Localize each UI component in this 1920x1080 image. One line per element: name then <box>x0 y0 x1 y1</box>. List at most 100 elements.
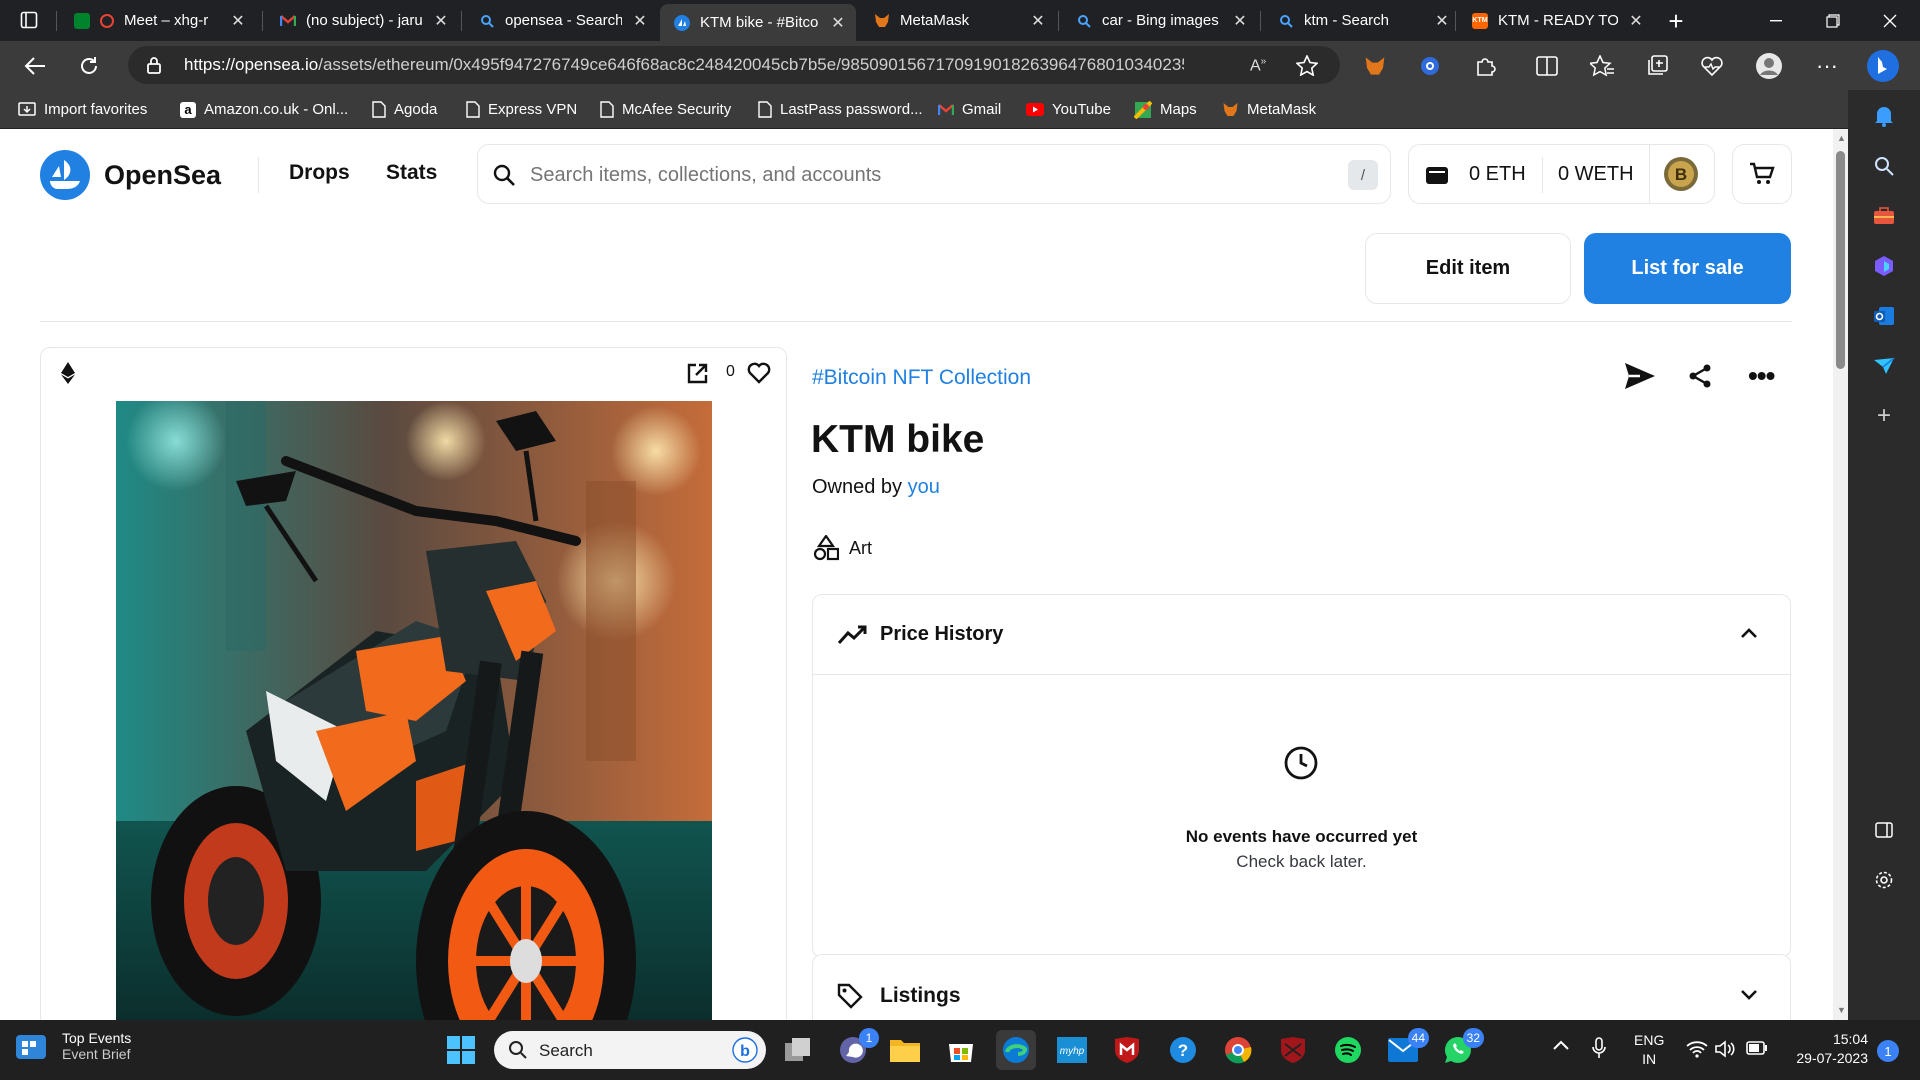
collection-link[interactable]: #Bitcoin NFT Collection <box>812 366 1031 390</box>
copilot-shapes-icon[interactable] <box>1872 254 1896 278</box>
scroll-down-arrow-icon[interactable]: ▼ <box>1837 1005 1846 1015</box>
list-for-sale-button[interactable]: List for sale <box>1584 233 1791 304</box>
mail-app-icon[interactable]: 44 <box>1383 1028 1429 1070</box>
battery-icon[interactable] <box>1746 1041 1768 1055</box>
category-tag[interactable]: Art <box>813 535 872 561</box>
notification-center-badge[interactable]: 1 <box>1877 1040 1899 1062</box>
bookmark-agoda[interactable]: Agoda <box>372 90 437 129</box>
asset-image-ktm-bike[interactable] <box>116 401 712 1020</box>
search-bar[interactable]: / <box>477 144 1391 204</box>
tab-gmail[interactable]: (no subject) - jaru ✕ <box>266 0 459 41</box>
show-hidden-icons-chevron-icon[interactable] <box>1553 1040 1569 1050</box>
chevron-up-icon[interactable] <box>1741 628 1757 638</box>
taskbar-search-box[interactable]: Search b <box>494 1031 766 1069</box>
cart-button[interactable] <box>1732 144 1792 204</box>
extension-blue-icon[interactable] <box>1413 49 1447 83</box>
language-indicator[interactable]: ENG IN <box>1634 1031 1664 1069</box>
tab-ktm-search[interactable]: ktm - Search ✕ <box>1264 0 1460 41</box>
profile-avatar[interactable] <box>1752 49 1786 83</box>
settings-more-icon[interactable]: ··· <box>1810 49 1844 83</box>
volume-icon[interactable] <box>1715 1040 1737 1058</box>
read-aloud-icon[interactable]: A» <box>1250 56 1266 75</box>
tools-briefcase-icon[interactable] <box>1872 204 1896 228</box>
scrollbar-thumb[interactable] <box>1836 151 1845 369</box>
tab-opensea-search[interactable]: opensea - Search ✕ <box>465 0 658 41</box>
wallet-balance[interactable]: 0 ETH 0 WETH B <box>1408 144 1715 204</box>
url-text[interactable]: https://opensea.io/assets/ethereum/0x495… <box>184 46 1184 84</box>
add-sidebar-app-icon[interactable]: + <box>1872 402 1896 429</box>
myhp-icon[interactable]: myhp <box>1052 1030 1092 1070</box>
search-input[interactable] <box>530 155 1310 195</box>
favorite-heart-icon[interactable] <box>747 362 771 384</box>
more-options-icon[interactable]: ••• <box>1748 360 1775 392</box>
edge-browser-icon[interactable] <box>996 1030 1036 1070</box>
sidebar-settings-gear-icon[interactable] <box>1872 868 1896 892</box>
back-icon[interactable] <box>18 49 52 83</box>
extensions-puzzle-icon[interactable] <box>1468 49 1502 83</box>
microphone-icon[interactable] <box>1592 1037 1606 1059</box>
address-bar[interactable]: https://opensea.io/assets/ethereum/0x495… <box>128 46 1340 84</box>
teams-chat-icon[interactable]: 1 <box>833 1028 879 1070</box>
clock-area[interactable]: 15:04 29-07-2023 <box>1778 1030 1868 1068</box>
close-tab-icon[interactable]: ✕ <box>830 13 846 33</box>
nav-stats-link[interactable]: Stats <box>386 161 437 185</box>
spotify-icon[interactable] <box>1328 1030 1368 1070</box>
favorites-icon[interactable] <box>1585 49 1619 83</box>
new-tab-button[interactable]: + <box>1662 6 1690 36</box>
share-icon[interactable] <box>1688 364 1712 388</box>
notifications-bell-icon[interactable] <box>1872 104 1896 128</box>
minimize-window-icon[interactable] <box>1748 0 1804 41</box>
bing-copilot-icon[interactable] <box>1866 49 1900 83</box>
whatsapp-icon[interactable]: 32 <box>1438 1028 1484 1070</box>
bookmark-expressvpn[interactable]: Express VPN <box>466 90 577 129</box>
favorite-star-icon[interactable] <box>1296 55 1318 76</box>
close-tab-icon[interactable]: ✕ <box>1030 11 1046 31</box>
task-view-icon[interactable] <box>778 1030 818 1070</box>
opensea-logo[interactable]: OpenSea <box>40 150 221 200</box>
start-windows-icon[interactable] <box>441 1030 481 1070</box>
bitcoin-avatar-icon[interactable]: B <box>1663 156 1699 192</box>
tab-ktm-bike-active[interactable]: KTM bike - #Bitco ✕ <box>660 4 856 41</box>
get-help-icon[interactable]: ? <box>1163 1030 1203 1070</box>
page-scrollbar[interactable]: ▲ ▼ <box>1833 129 1848 1020</box>
bookmark-maps[interactable]: Maps <box>1134 90 1197 129</box>
hide-sidebar-icon[interactable] <box>1872 818 1896 842</box>
open-external-icon[interactable] <box>687 363 708 384</box>
file-explorer-icon[interactable] <box>885 1030 925 1070</box>
tab-metamask[interactable]: MetaMask ✕ <box>860 0 1056 41</box>
refresh-icon[interactable] <box>72 49 106 83</box>
shield-app-icon[interactable] <box>1273 1030 1313 1070</box>
bookmark-mcafee[interactable]: McAfee Security <box>600 90 731 129</box>
close-tab-icon[interactable]: ✕ <box>1628 11 1644 31</box>
collections-icon[interactable] <box>1640 49 1674 83</box>
restore-window-icon[interactable] <box>1805 0 1861 41</box>
microsoft-store-icon[interactable] <box>941 1030 981 1070</box>
split-screen-icon[interactable] <box>1530 49 1564 83</box>
close-tab-icon[interactable]: ✕ <box>433 11 449 31</box>
bookmark-gmail[interactable]: Gmail <box>938 90 1001 129</box>
bookmark-metamask[interactable]: MetaMask <box>1222 90 1316 129</box>
edit-item-button[interactable]: Edit item <box>1365 233 1571 304</box>
tab-meet[interactable]: Meet – xhg-r ✕ <box>60 0 256 41</box>
transfer-send-icon[interactable] <box>1624 362 1656 390</box>
chevron-down-icon[interactable] <box>1741 990 1757 1000</box>
close-tab-icon[interactable]: ✕ <box>1434 11 1450 31</box>
listings-header[interactable]: Listings <box>813 955 1790 1020</box>
close-window-icon[interactable] <box>1862 0 1918 41</box>
bookmark-youtube[interactable]: YouTube <box>1026 90 1111 129</box>
metamask-extension-icon[interactable] <box>1358 49 1392 83</box>
close-tab-icon[interactable]: ✕ <box>1232 11 1248 31</box>
tab-actions-icon[interactable] <box>20 11 38 29</box>
mcafee-icon[interactable] <box>1107 1030 1147 1070</box>
bookmark-amazon[interactable]: a Amazon.co.uk - Onl... <box>180 90 348 129</box>
tab-ktm-ready[interactable]: KTM KTM - READY TO ✕ <box>1458 0 1654 41</box>
drop-send-icon[interactable] <box>1872 354 1896 378</box>
nav-drops-link[interactable]: Drops <box>289 161 350 185</box>
widgets-button[interactable]: Top Events Event Brief <box>14 1030 131 1062</box>
scroll-up-arrow-icon[interactable]: ▲ <box>1837 133 1846 143</box>
owner-link[interactable]: you <box>908 476 940 498</box>
search-icon[interactable] <box>1872 154 1896 178</box>
bookmark-lastpass[interactable]: LastPass password... <box>758 90 923 129</box>
outlook-icon[interactable] <box>1872 304 1896 328</box>
tab-car-images[interactable]: car - Bing images ✕ <box>1062 0 1258 41</box>
